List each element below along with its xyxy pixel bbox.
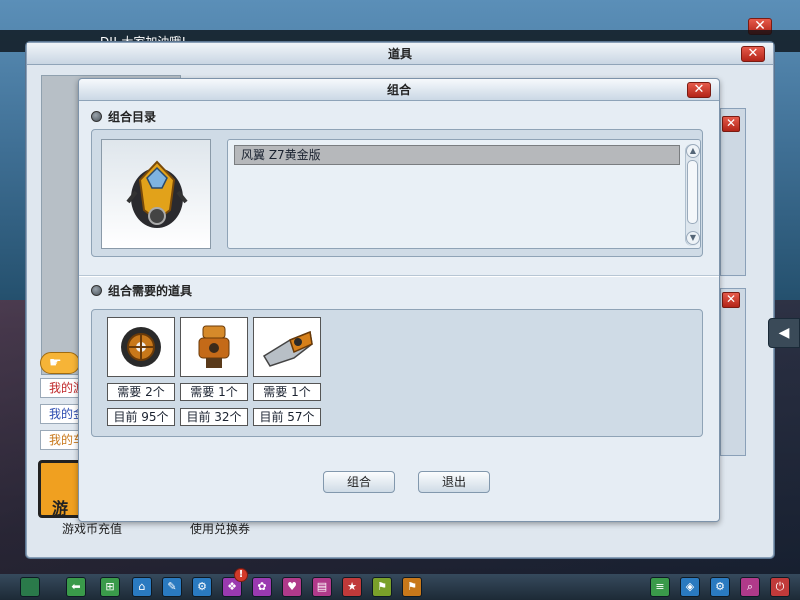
hand-icon-button[interactable]: ☛ [40, 352, 80, 374]
requirement-have-2: 目前 32个 [180, 408, 248, 426]
catalog-scrollbar[interactable]: ▲ ▼ [685, 144, 700, 246]
voucher-link[interactable]: 使用兑换券 [190, 520, 250, 537]
right-panel-close-bottom[interactable]: ✕ [722, 292, 740, 308]
scroll-down-icon[interactable]: ▼ [686, 231, 700, 245]
item-preview [101, 139, 211, 249]
requirement-have-3: 目前 57个 [253, 408, 321, 426]
flag-icon[interactable]: ⚑ [372, 577, 392, 597]
search-icon[interactable]: ⌕ [740, 577, 760, 597]
flag-icon-2[interactable]: ⚑ [402, 577, 422, 597]
map-icon[interactable]: ◈ [680, 577, 700, 597]
motorcycle-icon [126, 160, 188, 228]
section-divider [79, 275, 719, 277]
bullet-icon [91, 285, 102, 296]
catalog-list: 风翼 Z7黄金版 ▲ ▼ [227, 139, 701, 249]
stars-icon[interactable]: ★ [342, 577, 362, 597]
catalog-section-title: 组合目录 [91, 109, 156, 125]
requirement-need-3: 需要 1个 [253, 383, 321, 401]
recharge-link[interactable]: 游戏币充值 [62, 520, 122, 537]
wrench-icon[interactable]: ✎ [162, 577, 182, 597]
app-logo-icon[interactable] [20, 577, 40, 597]
items-window-close-button[interactable]: ✕ [741, 46, 765, 62]
exit-button[interactable]: 退出 [418, 471, 490, 493]
requirement-slot-1[interactable] [107, 317, 175, 377]
dance-icon[interactable]: ✿ [252, 577, 272, 597]
right-panel-top [720, 108, 746, 276]
power-icon[interactable]: ⏻ [770, 577, 790, 597]
taskbar: ⬅ ⊞ ⌂ ✎ ⚙ ❖ ✿ ♥ ▤ ★ ⚑ ⚑ ≡ ◈ ⚙ ⌕ ⏻ [0, 574, 800, 600]
heart-icon[interactable]: ♥ [282, 577, 302, 597]
combine-dialog: 组合 ✕ 组合目录 风翼 Z7黄金版 ▲ ▼ 组合需要的道具 需要 2个 目前 … [78, 78, 720, 522]
combine-dialog-close-button[interactable]: ✕ [687, 82, 711, 98]
requirements-title-text: 组合需要的道具 [108, 284, 193, 298]
exhaust-icon [262, 330, 313, 367]
gear-icon[interactable]: ⚙ [192, 577, 212, 597]
requirement-have-1: 目前 95个 [107, 408, 175, 426]
cart-icon[interactable]: ⊞ [100, 577, 120, 597]
items-window-title: 道具 [27, 43, 773, 65]
home-icon[interactable]: ⌂ [132, 577, 152, 597]
side-item-gold[interactable]: 我的金 [40, 404, 80, 424]
side-item-car[interactable]: 我的车 [40, 430, 80, 450]
alert-icon[interactable]: ! [234, 568, 248, 582]
combine-button[interactable]: 组合 [323, 471, 395, 493]
right-panel-close-top[interactable]: ✕ [722, 116, 740, 132]
scroll-thumb[interactable] [687, 160, 698, 224]
catalog-item-selected[interactable]: 风翼 Z7黄金版 [234, 145, 680, 165]
bullet-icon [91, 111, 102, 122]
requirement-need-2: 需要 1个 [180, 383, 248, 401]
wheel-icon [121, 327, 161, 367]
requirement-slot-3[interactable] [253, 317, 321, 377]
right-panel-bottom [720, 288, 746, 456]
scroll-up-icon[interactable]: ▲ [686, 144, 700, 158]
combine-dialog-title: 组合 [79, 79, 719, 101]
catalog-title-text: 组合目录 [108, 110, 157, 124]
back-icon[interactable]: ⬅ [66, 577, 86, 597]
engine-icon [198, 325, 230, 368]
settings-icon[interactable]: ⚙ [710, 577, 730, 597]
collapse-arrow-icon[interactable]: ◀ [768, 318, 800, 348]
side-item-games[interactable]: 我的游 [40, 378, 80, 398]
requirement-need-1: 需要 2个 [107, 383, 175, 401]
requirements-section-title: 组合需要的道具 [91, 283, 192, 299]
list-icon[interactable]: ≡ [650, 577, 670, 597]
game-tile[interactable]: 游 [38, 460, 82, 518]
requirement-slot-2[interactable] [180, 317, 248, 377]
book-icon[interactable]: ▤ [312, 577, 332, 597]
